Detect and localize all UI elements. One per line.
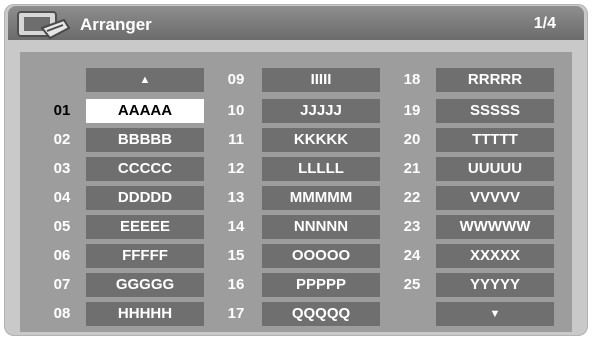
list-item[interactable]: XXXXX — [436, 244, 554, 268]
row-number-16: 16 — [227, 276, 245, 293]
row-number-13: 13 — [227, 189, 245, 206]
list-item[interactable]: FFFFF — [86, 244, 204, 268]
row-number-15: 15 — [227, 247, 245, 264]
row-number-14: 14 — [227, 218, 245, 235]
row-number-06: 06 — [53, 247, 71, 264]
row-number-19: 19 — [403, 102, 421, 119]
list-item[interactable]: VVVVV — [436, 186, 554, 210]
list-item[interactable]: EEEEE — [86, 215, 204, 239]
list-item[interactable]: AAAAA — [86, 99, 204, 123]
row-number-22: 22 — [403, 189, 421, 206]
list-item[interactable]: NNNNN — [262, 215, 380, 239]
scroll-up-button[interactable]: ▲ — [86, 68, 204, 92]
row-number-25: 25 — [403, 276, 421, 293]
row-number-02: 02 — [53, 131, 71, 148]
list-item[interactable]: RRRRR — [436, 68, 554, 92]
list-item[interactable]: TTTTT — [436, 128, 554, 152]
list-item[interactable]: SSSSS — [436, 99, 554, 123]
row-number-01: 01 — [53, 102, 71, 119]
list-item[interactable]: IIIII — [262, 68, 380, 92]
list-item[interactable]: DDDDD — [86, 186, 204, 210]
arranger-app-icon — [17, 11, 71, 40]
window-title: Arranger — [80, 15, 152, 34]
list-item[interactable]: YYYYY — [436, 273, 554, 297]
list-item[interactable]: JJJJJ — [262, 99, 380, 123]
row-number-21: 21 — [403, 160, 421, 177]
row-number-03: 03 — [53, 160, 71, 177]
list-item[interactable]: QQQQQ — [262, 302, 380, 326]
row-number-05: 05 — [53, 218, 71, 235]
list-item[interactable]: GGGGG — [86, 273, 204, 297]
row-number-23: 23 — [403, 218, 421, 235]
down-arrow-icon: ▼ — [489, 308, 501, 320]
list-item[interactable]: WWWWW — [436, 215, 554, 239]
list-item[interactable]: PPPPP — [262, 273, 380, 297]
list-item[interactable]: UUUUU — [436, 157, 554, 181]
row-number-07: 07 — [53, 276, 71, 293]
row-number-10: 10 — [227, 102, 245, 119]
list-item[interactable]: BBBBB — [86, 128, 204, 152]
list-item[interactable]: HHHHH — [86, 302, 204, 326]
row-number-17: 17 — [227, 305, 245, 322]
row-number-11: 11 — [228, 131, 244, 148]
page-indicator: 1/4 — [533, 15, 556, 32]
list-item[interactable]: OOOOO — [262, 244, 380, 268]
list-item[interactable]: MMMMM — [262, 186, 380, 210]
up-arrow-icon: ▲ — [139, 74, 151, 86]
row-number-09: 09 — [227, 71, 245, 88]
list-item[interactable]: KKKKK — [262, 128, 380, 152]
scroll-down-button[interactable]: ▼ — [436, 302, 554, 326]
list-item[interactable]: CCCCC — [86, 157, 204, 181]
row-number-20: 20 — [403, 131, 421, 148]
row-number-12: 12 — [227, 160, 245, 177]
row-number-18: 18 — [403, 71, 421, 88]
row-number-24: 24 — [403, 247, 421, 264]
row-number-08: 08 — [53, 305, 71, 322]
list-item[interactable]: LLLLL — [262, 157, 380, 181]
row-number-04: 04 — [53, 189, 71, 206]
